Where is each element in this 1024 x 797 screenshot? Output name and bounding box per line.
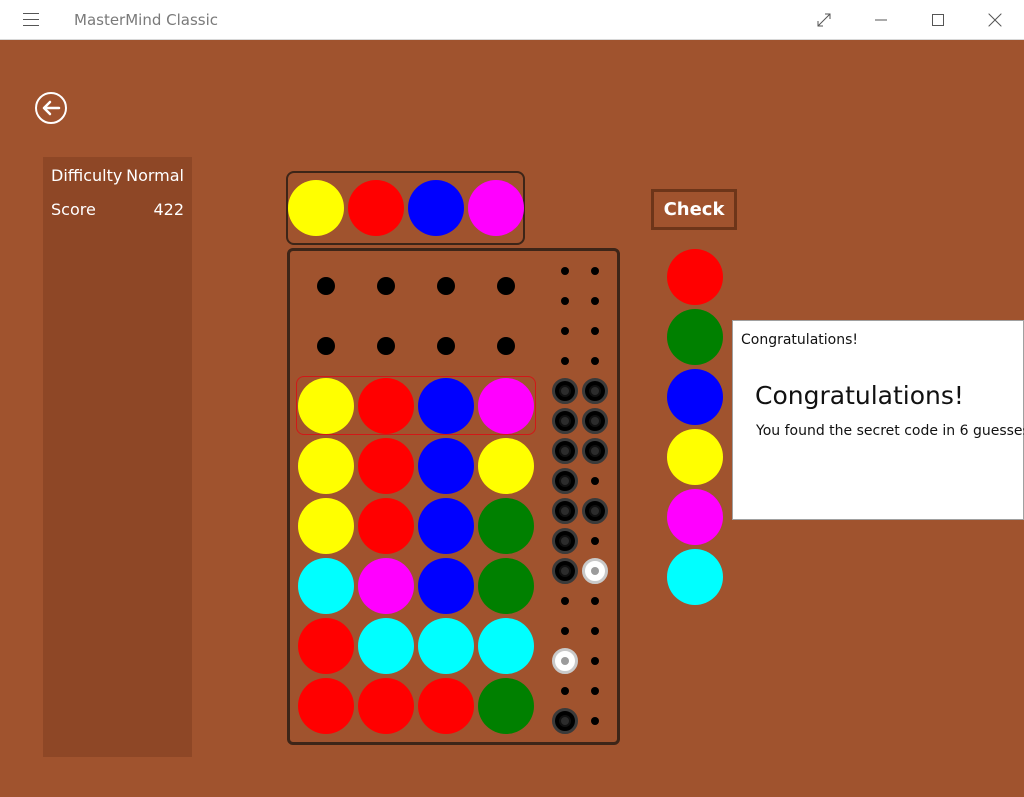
feedback-hole [591, 297, 599, 305]
feedback-hole [561, 687, 569, 695]
palette-peg-green[interactable] [667, 309, 723, 365]
palette-peg-cyan[interactable] [667, 549, 723, 605]
palette-peg-red[interactable] [667, 249, 723, 305]
guess-peg-green [478, 678, 534, 734]
guess-peg-red [358, 498, 414, 554]
secret-peg-yellow [288, 180, 344, 236]
maximize-icon[interactable] [915, 0, 961, 40]
title-bar: MasterMind Classic [0, 0, 1024, 40]
guess-peg-cyan [298, 558, 354, 614]
guess-peg-red [418, 678, 474, 734]
feedback-peg-black [552, 528, 578, 554]
empty-peg-hole [437, 337, 455, 355]
feedback-peg-black [582, 498, 608, 524]
guess-peg-blue[interactable] [418, 378, 474, 434]
feedback-hole [561, 327, 569, 335]
secret-peg-blue [408, 180, 464, 236]
empty-peg-hole [497, 277, 515, 295]
guess-peg-blue [418, 498, 474, 554]
empty-peg-hole [317, 277, 335, 295]
expand-icon[interactable] [801, 0, 847, 40]
guess-peg-yellow[interactable] [298, 378, 354, 434]
feedback-hole [591, 357, 599, 365]
score-value: 422 [153, 200, 184, 219]
palette-peg-yellow[interactable] [667, 429, 723, 485]
guess-peg-blue [418, 558, 474, 614]
score-panel: Difficulty Normal Score 422 [43, 157, 192, 757]
feedback-peg-black [582, 438, 608, 464]
empty-peg-hole [497, 337, 515, 355]
guess-peg-yellow [298, 498, 354, 554]
empty-peg-hole [317, 337, 335, 355]
feedback-peg-black [582, 378, 608, 404]
guess-peg-yellow [478, 438, 534, 494]
guess-peg-cyan [478, 618, 534, 674]
feedback-peg-black [552, 468, 578, 494]
secret-peg-magenta [468, 180, 524, 236]
feedback-hole [591, 477, 599, 485]
feedback-peg-black [552, 708, 578, 734]
palette-peg-blue[interactable] [667, 369, 723, 425]
guess-peg-green [478, 558, 534, 614]
guess-peg-magenta [358, 558, 414, 614]
guess-peg-red[interactable] [358, 378, 414, 434]
feedback-peg-black [552, 378, 578, 404]
feedback-hole [561, 627, 569, 635]
guess-peg-red [358, 678, 414, 734]
check-button[interactable]: Check [651, 189, 737, 230]
feedback-hole [591, 627, 599, 635]
empty-peg-hole [437, 277, 455, 295]
guess-peg-yellow [298, 438, 354, 494]
feedback-hole [591, 597, 599, 605]
guess-peg-blue [418, 438, 474, 494]
feedback-peg-black [552, 408, 578, 434]
feedback-peg-black [552, 438, 578, 464]
hamburger-menu-icon[interactable] [23, 13, 39, 27]
score-label: Score [51, 200, 96, 219]
close-icon[interactable] [972, 0, 1018, 40]
feedback-peg-black [552, 498, 578, 524]
difficulty-value: Normal [126, 166, 184, 185]
secret-peg-red [348, 180, 404, 236]
feedback-hole [561, 297, 569, 305]
guess-peg-cyan [418, 618, 474, 674]
guess-peg-red [298, 618, 354, 674]
feedback-hole [561, 267, 569, 275]
minimize-icon[interactable] [858, 0, 904, 40]
feedback-hole [591, 717, 599, 725]
guess-peg-magenta[interactable] [478, 378, 534, 434]
difficulty-label: Difficulty [51, 166, 123, 185]
feedback-hole [591, 687, 599, 695]
feedback-peg-white [552, 648, 578, 674]
back-arrow-icon[interactable] [34, 91, 68, 125]
palette-peg-magenta[interactable] [667, 489, 723, 545]
feedback-hole [561, 357, 569, 365]
dialog-heading: Congratulations! [755, 381, 964, 410]
feedback-hole [591, 267, 599, 275]
congratulations-dialog: Congratulations! Congratulations! You fo… [732, 320, 1024, 520]
feedback-hole [591, 327, 599, 335]
guess-peg-red [358, 438, 414, 494]
feedback-hole [561, 597, 569, 605]
guess-peg-cyan [358, 618, 414, 674]
empty-peg-hole [377, 277, 395, 295]
feedback-peg-black [552, 558, 578, 584]
dialog-caption: Congratulations! [741, 332, 858, 348]
dialog-message: You found the secret code in 6 guesses. [756, 423, 1024, 439]
feedback-peg-black [582, 408, 608, 434]
feedback-peg-white [582, 558, 608, 584]
guess-peg-green [478, 498, 534, 554]
feedback-hole [591, 537, 599, 545]
guess-peg-red [298, 678, 354, 734]
window-title: MasterMind Classic [74, 11, 219, 29]
feedback-hole [591, 657, 599, 665]
empty-peg-hole [377, 337, 395, 355]
